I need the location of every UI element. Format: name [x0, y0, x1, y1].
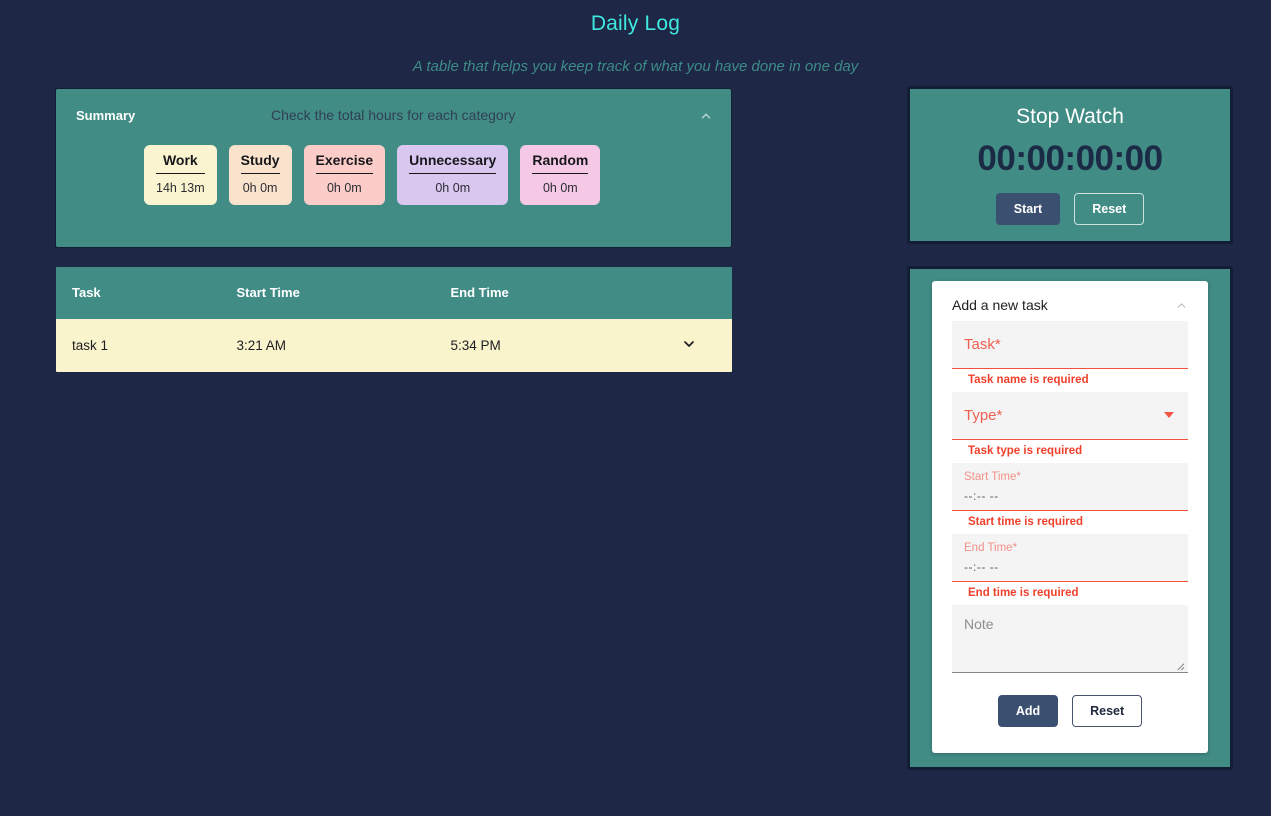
task-type-placeholder: Type* — [964, 407, 1003, 424]
summary-card: Summary Check the total hours for each c… — [55, 88, 732, 248]
stopwatch-start-button[interactable]: Start — [995, 193, 1061, 225]
end-time-error: End time is required — [968, 587, 1079, 599]
page-subtitle: A table that helps you keep track of wha… — [412, 58, 859, 75]
table-header-row: Task Start Time End Time — [56, 267, 733, 319]
summary-chip-list: Work 14h 13m Study 0h 0m Exercise 0h 0m … — [56, 123, 731, 205]
chevron-up-icon[interactable] — [699, 109, 713, 123]
add-task-header[interactable]: Add a new task — [952, 297, 1188, 321]
task-name-field[interactable]: Task* — [952, 321, 1188, 369]
end-time-label: End Time* — [964, 542, 1018, 554]
column-header-start-time[interactable]: Start Time — [221, 267, 435, 319]
stopwatch-reset-button[interactable]: Reset — [1074, 193, 1145, 225]
summary-chip-unnecessary[interactable]: Unnecessary 0h 0m — [397, 145, 509, 205]
column-header-expand — [665, 267, 733, 319]
add-button[interactable]: Add — [997, 695, 1059, 727]
reset-button[interactable]: Reset — [1072, 695, 1143, 727]
task-type-error: Task type is required — [968, 445, 1083, 457]
summary-label: Summary — [76, 107, 136, 123]
summary-chip-study[interactable]: Study 0h 0m — [228, 145, 292, 205]
start-time-label: Start Time* — [964, 471, 1021, 483]
cell-expand — [665, 319, 733, 373]
stopwatch-card: Stop Watch 00:00:00:00 Start Reset — [907, 86, 1233, 244]
chip-value: 0h 0m — [242, 181, 278, 195]
note-textarea[interactable]: Note — [952, 605, 1188, 673]
start-time-error: Start time is required — [968, 516, 1084, 528]
resize-handle-icon[interactable] — [1174, 658, 1185, 671]
chevron-up-icon[interactable] — [1175, 299, 1188, 312]
chip-name: Work — [156, 152, 205, 174]
chip-value: 0h 0m — [435, 181, 471, 195]
chevron-down-icon[interactable] — [681, 336, 697, 352]
chip-name: Exercise — [315, 152, 374, 174]
add-task-container: Add a new task Task* Task name is requir… — [907, 266, 1233, 770]
start-time-field[interactable]: Start Time* --:-- -- — [952, 463, 1188, 511]
right-column: Stop Watch 00:00:00:00 Start Reset Add a… — [907, 86, 1233, 770]
summary-caption: Check the total hours for each category — [271, 107, 516, 123]
cell-start-time: 3:21 AM — [236, 337, 287, 353]
table-row[interactable]: task 1 3:21 AM 5:34 PM — [56, 318, 733, 373]
chip-value: 14h 13m — [156, 181, 205, 195]
summary-chip-work[interactable]: Work 14h 13m — [144, 145, 217, 205]
chip-value: 0h 0m — [326, 181, 362, 195]
start-time-value: --:-- -- — [964, 489, 999, 503]
table-body: task 1 3:21 AM 5:34 PM — [56, 318, 733, 373]
chip-name: Study — [240, 152, 280, 174]
summary-chip-random[interactable]: Random 0h 0m — [520, 145, 601, 205]
end-time-field[interactable]: End Time* --:-- -- — [952, 534, 1188, 582]
stopwatch-buttons: Start Reset — [910, 193, 1230, 225]
task-type-select[interactable]: Type* — [952, 392, 1188, 440]
chip-value: 0h 0m — [542, 181, 578, 195]
end-time-value: --:-- -- — [964, 560, 999, 574]
stopwatch-title: Stop Watch — [1016, 105, 1124, 128]
summary-header[interactable]: Summary Check the total hours for each c… — [56, 89, 731, 123]
chip-name: Random — [532, 152, 589, 174]
add-task-buttons: Add Reset — [952, 673, 1188, 727]
column-header-task[interactable]: Task — [56, 267, 221, 319]
table-header: Task Start Time End Time — [56, 267, 733, 319]
task-table: Task Start Time End Time task 1 3:21 AM … — [55, 266, 733, 373]
cell-end-time: 5:34 PM — [450, 337, 501, 353]
column-header-end-time[interactable]: End Time — [435, 267, 665, 319]
chevron-down-icon[interactable] — [1164, 412, 1174, 418]
add-task-title: Add a new task — [952, 297, 1048, 313]
page-title: Daily Log — [590, 12, 681, 35]
cell-task: task 1 — [72, 337, 109, 353]
task-name-error: Task name is required — [968, 374, 1089, 386]
note-placeholder: Note — [964, 616, 994, 632]
add-task-card: Add a new task Task* Task name is requir… — [932, 281, 1208, 753]
summary-chip-exercise[interactable]: Exercise 0h 0m — [303, 145, 386, 205]
chip-name: Unnecessary — [409, 152, 497, 174]
left-column: Summary Check the total hours for each c… — [55, 88, 733, 373]
stopwatch-display: 00:00:00:00 — [977, 139, 1163, 178]
task-name-placeholder: Task* — [964, 336, 1001, 353]
